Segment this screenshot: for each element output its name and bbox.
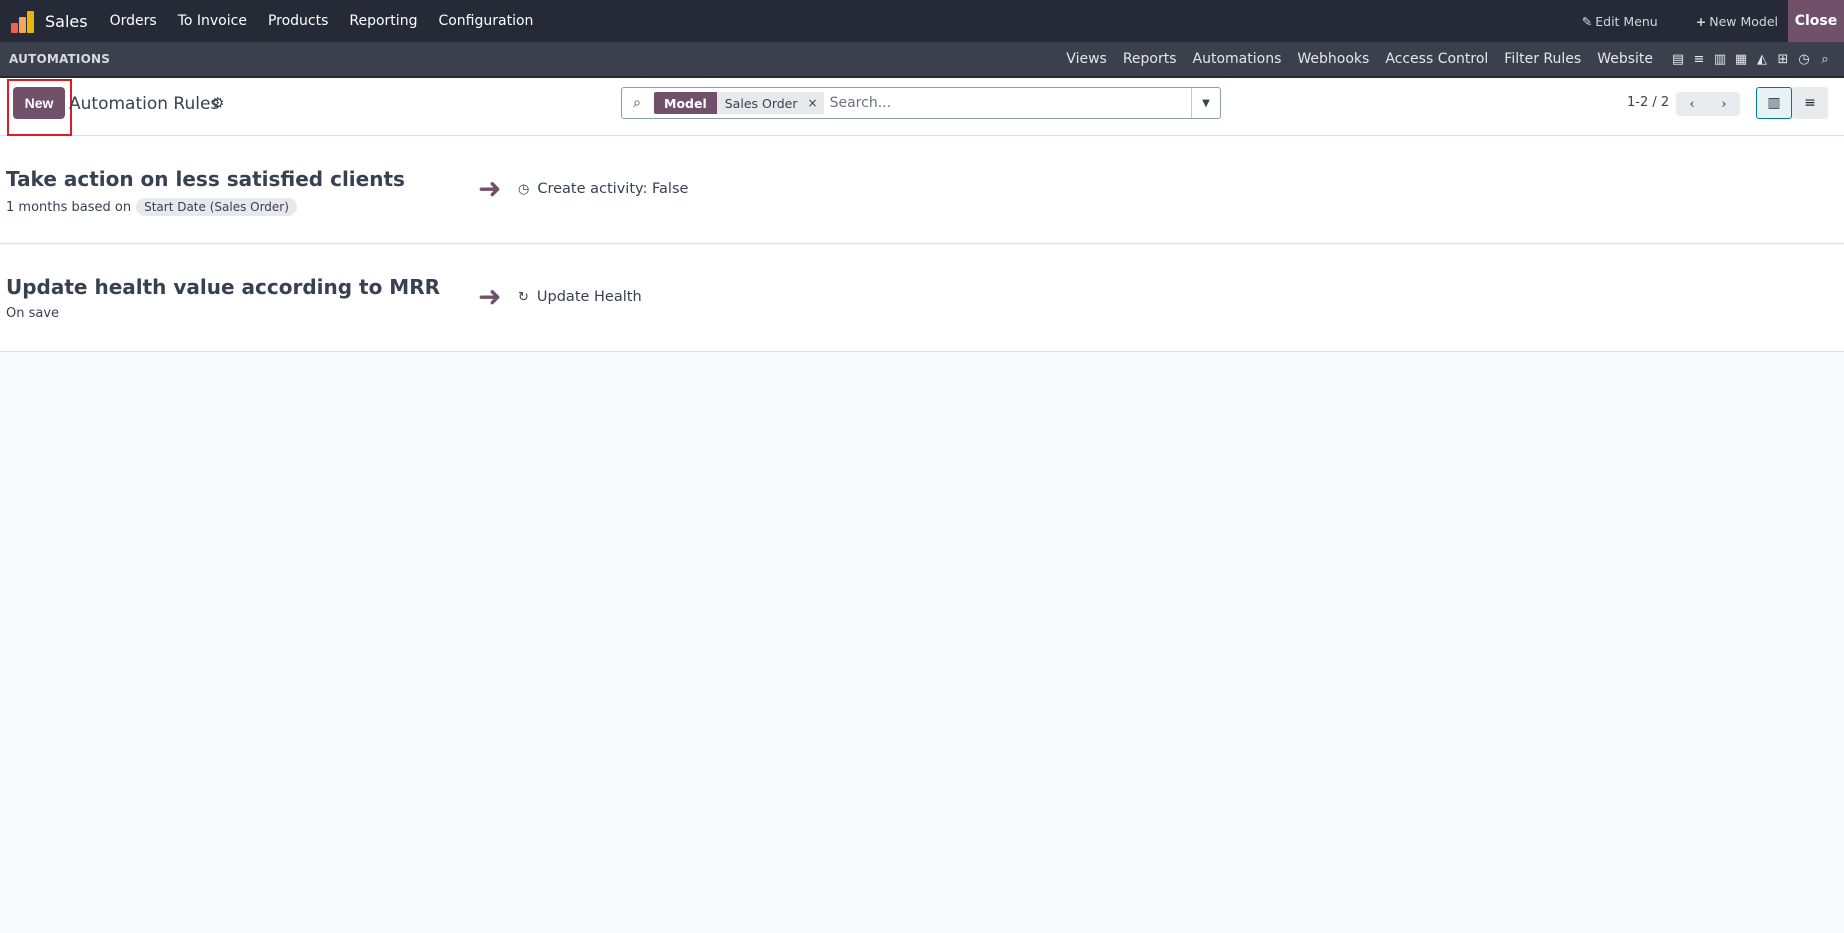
- automation-rule-row[interactable]: Update health value according to MRR On …: [0, 245, 1844, 352]
- graph-view-icon[interactable]: ◭: [1755, 52, 1769, 67]
- search-facet: Model Sales Order ×: [654, 92, 824, 114]
- menu-configuration[interactable]: Configuration: [438, 13, 533, 29]
- menu-products[interactable]: Products: [268, 13, 328, 29]
- refresh-icon: ↻: [518, 289, 529, 305]
- clock-icon: ◷: [518, 181, 530, 197]
- rule-title: Take action on less satisfied clients: [6, 167, 405, 191]
- menu-reporting[interactable]: Reporting: [349, 13, 417, 29]
- activity-view-icon[interactable]: ◷: [1797, 52, 1811, 67]
- view-type-icons: ▤ ≡ ▥ ▦ ◭ ⊞ ◷ ⌕: [1671, 52, 1832, 67]
- automation-rule-row[interactable]: Take action on less satisfied clients 1 …: [0, 137, 1844, 244]
- tab-filter-rules[interactable]: Filter Rules: [1504, 51, 1581, 67]
- list-view-button[interactable]: ≡: [1792, 87, 1828, 119]
- menu-orders[interactable]: Orders: [110, 13, 157, 29]
- edit-menu-link[interactable]: ✎ Edit Menu: [1582, 14, 1658, 29]
- action-label: Update Health: [536, 289, 642, 305]
- rule-trigger: On save: [6, 306, 59, 321]
- pager-next-button[interactable]: ›: [1708, 92, 1740, 116]
- facet-remove-icon[interactable]: ×: [805, 92, 824, 114]
- app-name[interactable]: Sales: [45, 12, 88, 31]
- search-options-toggle[interactable]: ▼: [1191, 88, 1220, 118]
- calendar-view-icon[interactable]: ▦: [1734, 52, 1748, 67]
- tab-views[interactable]: Views: [1066, 51, 1107, 67]
- kanban-view-button[interactable]: ▥: [1756, 87, 1792, 119]
- list-view-icon[interactable]: ≡: [1692, 52, 1706, 67]
- studio-section-title: AUTOMATIONS: [9, 52, 111, 66]
- rule-trigger: 1 months based on Start Date (Sales Orde…: [6, 198, 297, 216]
- facet-label: Model: [654, 92, 717, 114]
- form-view-icon[interactable]: ▤: [1671, 52, 1685, 67]
- trigger-text: On save: [6, 306, 60, 321]
- new-button[interactable]: New: [13, 87, 65, 119]
- rule-title: Update health value according to MRR: [6, 275, 440, 299]
- trigger-text: 1 months based on: [6, 199, 132, 215]
- pager-value[interactable]: 1-2 / 2: [1627, 95, 1669, 110]
- pager-previous-button[interactable]: ‹: [1676, 92, 1708, 116]
- page-title: Automation Rules: [69, 94, 220, 114]
- search-icon[interactable]: ⌕: [622, 95, 652, 111]
- menu-to-invoice[interactable]: To Invoice: [178, 13, 247, 29]
- pivot-view-icon[interactable]: ⊞: [1776, 52, 1790, 67]
- new-model-link[interactable]: + New Model: [1696, 14, 1778, 29]
- pencil-icon: ✎: [1581, 13, 1593, 29]
- arrow-right-icon: ➜: [478, 280, 502, 313]
- kanban-view-icon[interactable]: ▥: [1713, 52, 1727, 67]
- studio-bar: AUTOMATIONS Views Reports Automations We…: [0, 42, 1844, 78]
- tab-access-control[interactable]: Access Control: [1385, 51, 1488, 67]
- new-model-label: New Model: [1709, 13, 1778, 29]
- trigger-field-badge: Start Date (Sales Order): [136, 198, 297, 216]
- tab-webhooks[interactable]: Webhooks: [1297, 51, 1369, 67]
- close-studio-button[interactable]: Close: [1788, 0, 1844, 42]
- sales-app-icon[interactable]: [11, 9, 35, 33]
- control-panel: New Automation Rules ⚙ ⌕ Model Sales Ord…: [0, 78, 1844, 136]
- facet-value: Sales Order: [716, 92, 806, 114]
- action-label: Create activity: False: [537, 181, 689, 197]
- search-bar: ⌕ Model Sales Order × ▼: [621, 87, 1221, 119]
- search-input[interactable]: [823, 95, 1191, 111]
- edit-menu-label: Edit Menu: [1595, 13, 1658, 29]
- studio-tabs: Views Reports Automations Webhooks Acces…: [1066, 42, 1844, 76]
- arrow-right-icon: ➜: [478, 172, 502, 205]
- search-view-icon[interactable]: ⌕: [1818, 52, 1832, 67]
- rule-action: ↻ Update Health: [518, 289, 642, 305]
- rule-action: ◷ Create activity: False: [518, 181, 688, 197]
- studio-actions: ✎ Edit Menu + New Model Close: [1582, 0, 1844, 42]
- tab-automations[interactable]: Automations: [1193, 51, 1282, 67]
- tab-reports[interactable]: Reports: [1123, 51, 1177, 67]
- tab-website[interactable]: Website: [1597, 51, 1653, 67]
- plus-icon: +: [1695, 13, 1707, 29]
- gear-icon[interactable]: ⚙: [211, 94, 224, 112]
- main-navbar: Sales Orders To Invoice Products Reporti…: [0, 0, 1844, 42]
